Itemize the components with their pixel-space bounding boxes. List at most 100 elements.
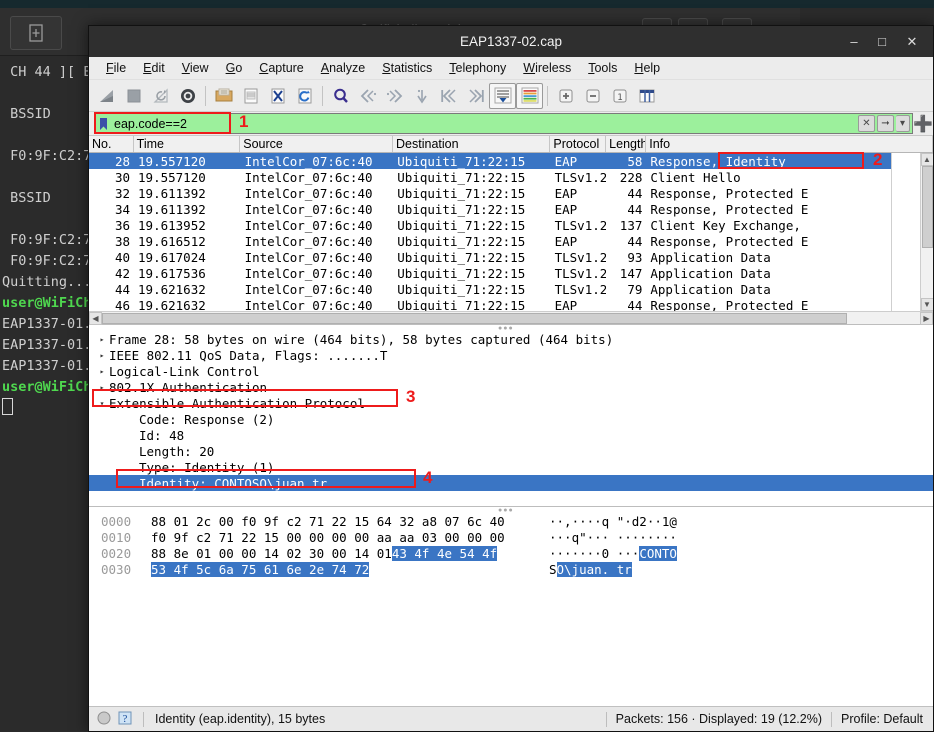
packet-list-vertical-scrollbar[interactable]: ▲ ▼ [920, 153, 933, 311]
table-row[interactable]: 4419.621632IntelCor_07:6c:40Ubiquiti_71:… [94, 281, 933, 297]
go-last-packet-icon[interactable] [462, 83, 489, 109]
find-packet-icon[interactable] [327, 83, 354, 109]
status-profile-text[interactable]: Profile: Default [841, 712, 923, 726]
detail-row[interactable]: ▸IEEE 802.11 QoS Data, Flags: .......T [89, 347, 933, 363]
go-to-packet-icon[interactable] [408, 83, 435, 109]
detail-row-identity[interactable]: Identity: CONTOSO\juan.tr [89, 475, 933, 491]
column-header-length[interactable]: Length [606, 136, 646, 152]
table-row[interactable]: 3419.611392IntelCor_07:6c:40Ubiquiti_71:… [94, 201, 933, 217]
menu-wireless[interactable]: Wireless [515, 59, 580, 77]
scroll-down-arrow-icon[interactable]: ▼ [921, 298, 934, 311]
detail-row[interactable]: ▸802.1X Authentication [89, 379, 933, 395]
zoom-reset-icon[interactable]: 1 [606, 83, 633, 109]
go-forward-icon[interactable] [381, 83, 408, 109]
cell-no: 34 [94, 202, 134, 217]
tree-toggle-icon[interactable]: ▸ [95, 351, 109, 360]
display-filter-input[interactable]: eap.code==2 ✕ ➞ ▾ [94, 113, 913, 134]
start-capture-icon[interactable] [93, 83, 120, 109]
column-header-destination[interactable]: Destination [393, 136, 550, 152]
zoom-in-icon[interactable] [552, 83, 579, 109]
detail-row[interactable]: ▸Frame 28: 58 bytes on wire (464 bits), … [89, 331, 933, 347]
tree-toggle-icon[interactable]: ▸ [95, 367, 109, 376]
table-row[interactable]: 4219.617536IntelCor_07:6c:40Ubiquiti_71:… [94, 265, 933, 281]
expert-info-icon[interactable]: ? [118, 711, 132, 728]
reload-file-icon[interactable] [291, 83, 318, 109]
autoscroll-icon[interactable] [489, 83, 516, 109]
hexdump-row[interactable]: 002088 8e 01 00 00 14 02 30 00 14 0143 4… [89, 545, 933, 561]
packet-details-pane[interactable]: ●●● ▸Frame 28: 58 bytes on wire (464 bit… [89, 325, 933, 507]
resize-columns-icon[interactable] [633, 83, 660, 109]
go-back-icon[interactable] [354, 83, 381, 109]
restart-capture-icon[interactable] [147, 83, 174, 109]
hscrollbar-thumb[interactable] [102, 313, 847, 324]
display-filter-bar[interactable]: eap.code==2 ✕ ➞ ▾ ➕ [89, 112, 933, 136]
menu-view[interactable]: View [174, 59, 218, 77]
menu-statistics[interactable]: Statistics [374, 59, 441, 77]
packet-bytes-pane[interactable]: ●●● 000088 01 2c 00 f0 9f c2 71 22 15 64… [89, 507, 933, 706]
table-row[interactable]: 3019.557120IntelCor_07:6c:40Ubiquiti_71:… [94, 169, 933, 185]
detail-row[interactable]: Type: Identity (1) [89, 459, 933, 475]
column-header-info[interactable]: Info [646, 136, 933, 152]
detail-row[interactable]: ▸Logical-Link Control [89, 363, 933, 379]
table-row[interactable]: 2819.557120IntelCor_07:6c:40Ubiquiti_71:… [94, 153, 933, 169]
zoom-out-icon[interactable] [579, 83, 606, 109]
close-button[interactable]: ✕ [899, 26, 925, 57]
column-header-time[interactable]: Time [134, 136, 241, 152]
menu-tools[interactable]: Tools [580, 59, 626, 77]
menu-help[interactable]: Help [626, 59, 669, 77]
capture-options-icon[interactable] [174, 83, 201, 109]
hexdump-row[interactable]: 000088 01 2c 00 f0 9f c2 71 22 15 64 32 … [89, 513, 933, 529]
scroll-right-arrow-icon[interactable]: ▶ [920, 312, 933, 325]
menu-telephony[interactable]: Telephony [441, 59, 515, 77]
detail-row[interactable]: Id: 48 [89, 427, 933, 443]
packet-list-horizontal-scrollbar[interactable]: ◀ ▶ [89, 311, 933, 324]
colorize-icon[interactable] [516, 83, 543, 109]
scrollbar-thumb[interactable] [922, 166, 933, 248]
clear-filter-icon[interactable]: ✕ [858, 115, 875, 132]
wireshark-window[interactable]: EAP1337-02.cap – □ ✕ FileEditViewGoCaptu… [88, 25, 934, 732]
menu-file[interactable]: File [98, 59, 135, 77]
scroll-left-arrow-icon[interactable]: ◀ [89, 312, 102, 325]
detail-row[interactable]: ▾Extensible Authentication Protocol [89, 395, 933, 411]
capture-status-icon[interactable] [97, 711, 111, 728]
tree-toggle-icon[interactable]: ▸ [95, 383, 109, 392]
column-header-source[interactable]: Source [240, 136, 393, 152]
open-file-icon[interactable] [210, 83, 237, 109]
close-file-icon[interactable] [264, 83, 291, 109]
menu-analyze[interactable]: Analyze [313, 59, 374, 77]
cell-protocol: EAP [551, 186, 607, 201]
hexdump-row[interactable]: 003053 4f 5c 6a 75 61 6e 2e 74 72SO\juan… [89, 561, 933, 577]
table-row[interactable]: 4019.617024IntelCor_07:6c:40Ubiquiti_71:… [94, 249, 933, 265]
menu-go[interactable]: Go [218, 59, 252, 77]
menu-capture[interactable]: Capture [251, 59, 312, 77]
chevron-down-icon[interactable]: ▾ [896, 115, 910, 132]
column-header-no[interactable]: No. [89, 136, 134, 152]
pane-splitter-grip-2[interactable]: ●●● [498, 507, 524, 511]
table-row[interactable]: 4619.621632IntelCor_07:6c:40Ubiquiti_71:… [94, 297, 933, 311]
maximize-button[interactable]: □ [869, 26, 895, 57]
table-row[interactable]: 3219.611392IntelCor_07:6c:40Ubiquiti_71:… [94, 185, 933, 201]
minimize-button[interactable]: – [841, 26, 867, 57]
apply-filter-icon[interactable]: ➞ [877, 115, 894, 132]
go-first-packet-icon[interactable] [435, 83, 462, 109]
table-row[interactable]: 3619.613952IntelCor_07:6c:40Ubiquiti_71:… [94, 217, 933, 233]
detail-row[interactable]: Length: 20 [89, 443, 933, 459]
menu-edit[interactable]: Edit [135, 59, 174, 77]
packet-list-rows[interactable]: 2819.557120IntelCor_07:6c:40Ubiquiti_71:… [89, 153, 933, 311]
pane-splitter-grip[interactable]: ●●● [498, 325, 524, 329]
tree-toggle-icon[interactable]: ▾ [95, 399, 109, 408]
cell-length: 79 [606, 282, 646, 297]
column-header-protocol[interactable]: Protocol [550, 136, 606, 152]
add-filter-button-icon[interactable]: ➕ [913, 114, 933, 134]
bookmark-icon[interactable] [95, 117, 112, 131]
hexdump-row[interactable]: 0010f0 9f c2 71 22 15 00 00 00 00 aa aa … [89, 529, 933, 545]
save-file-icon[interactable] [237, 83, 264, 109]
packet-list-header[interactable]: No.TimeSourceDestinationProtocolLengthIn… [89, 136, 933, 153]
table-row[interactable]: 3819.616512IntelCor_07:6c:40Ubiquiti_71:… [94, 233, 933, 249]
scroll-up-arrow-icon[interactable]: ▲ [921, 153, 934, 166]
display-filter-value[interactable]: eap.code==2 [112, 117, 187, 131]
packet-list-pane[interactable]: No.TimeSourceDestinationProtocolLengthIn… [89, 136, 933, 325]
detail-row[interactable]: Code: Response (2) [89, 411, 933, 427]
tree-toggle-icon[interactable]: ▸ [95, 335, 109, 344]
stop-capture-icon[interactable] [120, 83, 147, 109]
